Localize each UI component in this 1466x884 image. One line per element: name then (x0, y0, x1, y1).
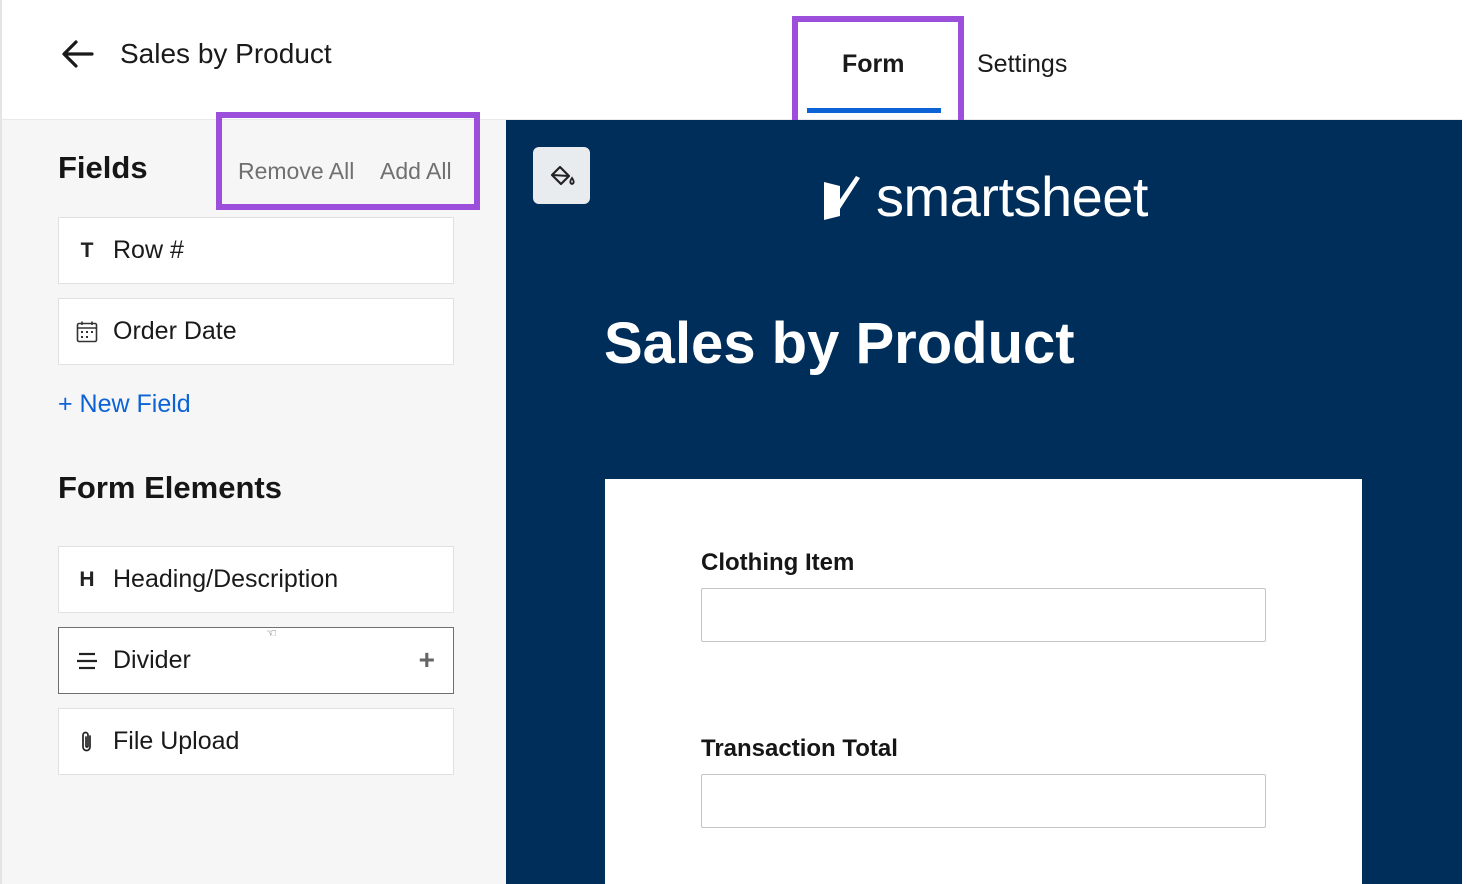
field-label: Order Date (113, 317, 237, 345)
add-plus-icon[interactable]: + (419, 644, 435, 676)
divider-icon (75, 648, 99, 674)
new-field-link[interactable]: + New Field (58, 390, 191, 419)
form-elements-heading: Form Elements (58, 470, 282, 505)
form-preview: smartsheet Sales by Product Clothing Ite… (506, 120, 1462, 884)
question-label-clothing-item: Clothing Item (701, 549, 855, 576)
paint-bucket-icon[interactable] (533, 147, 590, 204)
text-type-icon: T (80, 239, 94, 262)
top-header: Sales by Product Form Settings (0, 0, 1466, 126)
field-row-number[interactable]: T Row # (58, 217, 454, 284)
question-label-transaction-total: Transaction Total (701, 735, 898, 762)
right-edge (1462, 0, 1466, 884)
mouse-cursor-icon: ☜ (266, 626, 277, 640)
field-label: Row # (113, 236, 184, 264)
transaction-total-input[interactable] (701, 774, 1266, 828)
heading-icon: H (79, 568, 95, 591)
page-title: Sales by Product (120, 38, 332, 69)
tab-settings[interactable]: Settings (977, 50, 1067, 79)
fields-heading: Fields (58, 150, 148, 185)
actions-highlight-box (216, 112, 480, 210)
back-arrow-icon[interactable] (60, 36, 96, 72)
form-title: Sales by Product (604, 311, 1075, 376)
element-file-upload[interactable]: File Upload (58, 708, 454, 775)
clothing-item-input[interactable] (701, 588, 1266, 642)
element-divider[interactable]: Divider + (58, 627, 454, 694)
element-label: Divider (113, 646, 191, 674)
form-card: Clothing Item Transaction Total (605, 479, 1362, 884)
element-label: Heading/Description (113, 565, 339, 593)
calendar-icon (75, 319, 99, 345)
paperclip-icon (75, 729, 99, 755)
smartsheet-logo: smartsheet (822, 164, 1149, 229)
tab-highlight-box (792, 16, 964, 126)
smartsheet-logo-icon (824, 175, 860, 220)
fields-sidebar: Fields Remove All Add All T Row # Order … (0, 112, 506, 884)
element-heading-description[interactable]: H Heading/Description (58, 546, 454, 613)
logo-wordmark: smartsheet (876, 165, 1149, 228)
element-label: File Upload (113, 727, 240, 755)
field-order-date[interactable]: Order Date (58, 298, 454, 365)
